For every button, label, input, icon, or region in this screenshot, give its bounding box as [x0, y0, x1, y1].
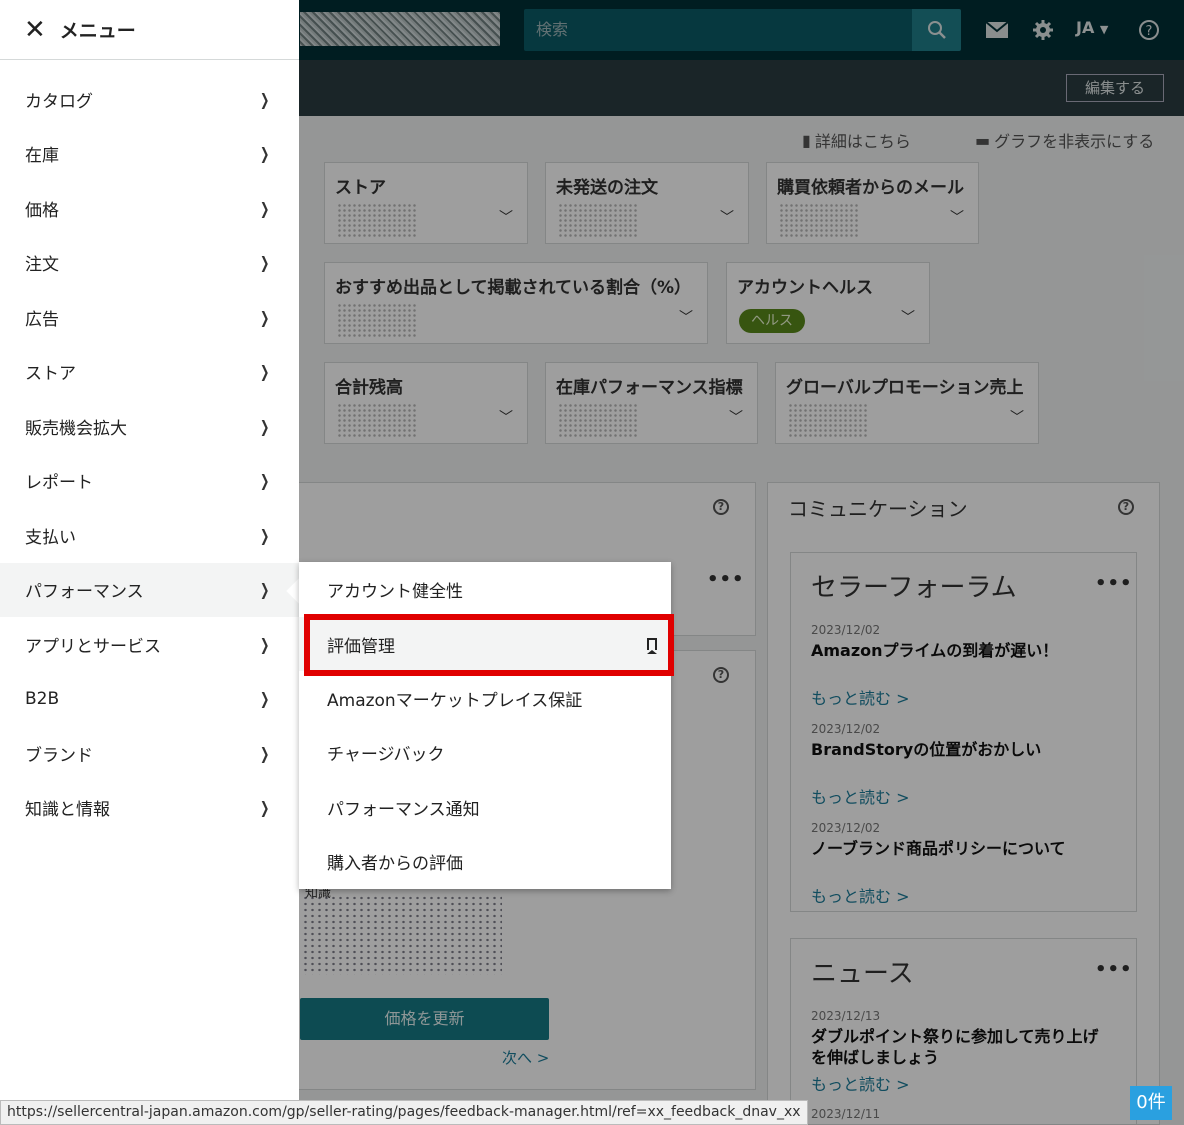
chevron-right-icon: ❯	[259, 634, 269, 654]
menu-item-learn[interactable]: 知識と情報 ❯	[0, 781, 299, 836]
menu-item-inventory[interactable]: 在庫 ❯	[0, 127, 299, 182]
menu-item-brands[interactable]: ブランド ❯	[0, 726, 299, 781]
chevron-right-icon: ❯	[259, 580, 269, 600]
submenu-item-performance-notifications[interactable]: パフォーマンス通知	[299, 780, 671, 834]
chevron-right-icon: ❯	[259, 307, 269, 327]
chevron-right-icon: ❯	[259, 144, 269, 164]
menu-item-apps-services[interactable]: アプリとサービス ❯	[0, 617, 299, 672]
chevron-right-icon: ❯	[259, 743, 269, 763]
menu-item-orders[interactable]: 注文 ❯	[0, 236, 299, 291]
menu-header: ✕ メニュー	[0, 0, 299, 60]
menu-item-pricing[interactable]: 価格 ❯	[0, 181, 299, 236]
side-menu: ✕ メニュー カタログ ❯ 在庫 ❯ 価格 ❯ 注文 ❯ 広告 ❯ ストア ❯ 販売機会拡大…	[0, 0, 299, 1125]
chevron-right-icon: ❯	[259, 253, 269, 273]
status-bar-url: https://sellercentral-japan.amazon.com/g…	[0, 1100, 808, 1125]
menu-item-reports[interactable]: レポート ❯	[0, 454, 299, 509]
menu-item-performance[interactable]: パフォーマンス ❯	[0, 562, 299, 617]
submenu-item-account-health[interactable]: アカウント健全性	[299, 562, 671, 616]
close-icon[interactable]: ✕	[24, 17, 46, 43]
chevron-right-icon: ❯	[259, 471, 269, 491]
highlight-annotation-box	[304, 614, 674, 676]
performance-submenu: アカウント健全性 評価管理 Amazonマーケットプレイス保証 チャージバック …	[299, 562, 671, 889]
chevron-right-icon: ❯	[259, 689, 269, 709]
menu-item-payments[interactable]: 支払い ❯	[0, 508, 299, 563]
menu-list: カタログ ❯ 在庫 ❯ 価格 ❯ 注文 ❯ 広告 ❯ ストア ❯ 販売機会拡大 ❯ レポート ❯…	[0, 72, 299, 835]
chevron-right-icon: ❯	[259, 416, 269, 436]
chevron-right-icon: ❯	[259, 89, 269, 109]
submenu-item-buyer-feedback[interactable]: 購入者からの評価	[299, 834, 671, 888]
chevron-right-icon: ❯	[259, 362, 269, 382]
submenu-item-a-to-z-guarantee[interactable]: Amazonマーケットプレイス保証	[299, 671, 671, 725]
menu-item-stores[interactable]: ストア ❯	[0, 345, 299, 400]
chevron-right-icon: ❯	[259, 798, 269, 818]
menu-item-growth[interactable]: 販売機会拡大 ❯	[0, 399, 299, 454]
count-badge: 0件	[1130, 1086, 1172, 1120]
menu-item-catalog[interactable]: カタログ ❯	[0, 72, 299, 127]
chevron-right-icon: ❯	[259, 198, 269, 218]
menu-item-advertising[interactable]: 広告 ❯	[0, 290, 299, 345]
submenu-item-chargebacks[interactable]: チャージバック	[299, 725, 671, 779]
menu-title: メニュー	[59, 20, 136, 42]
menu-item-b2b[interactable]: B2B ❯	[0, 672, 299, 727]
chevron-right-icon: ❯	[259, 525, 269, 545]
